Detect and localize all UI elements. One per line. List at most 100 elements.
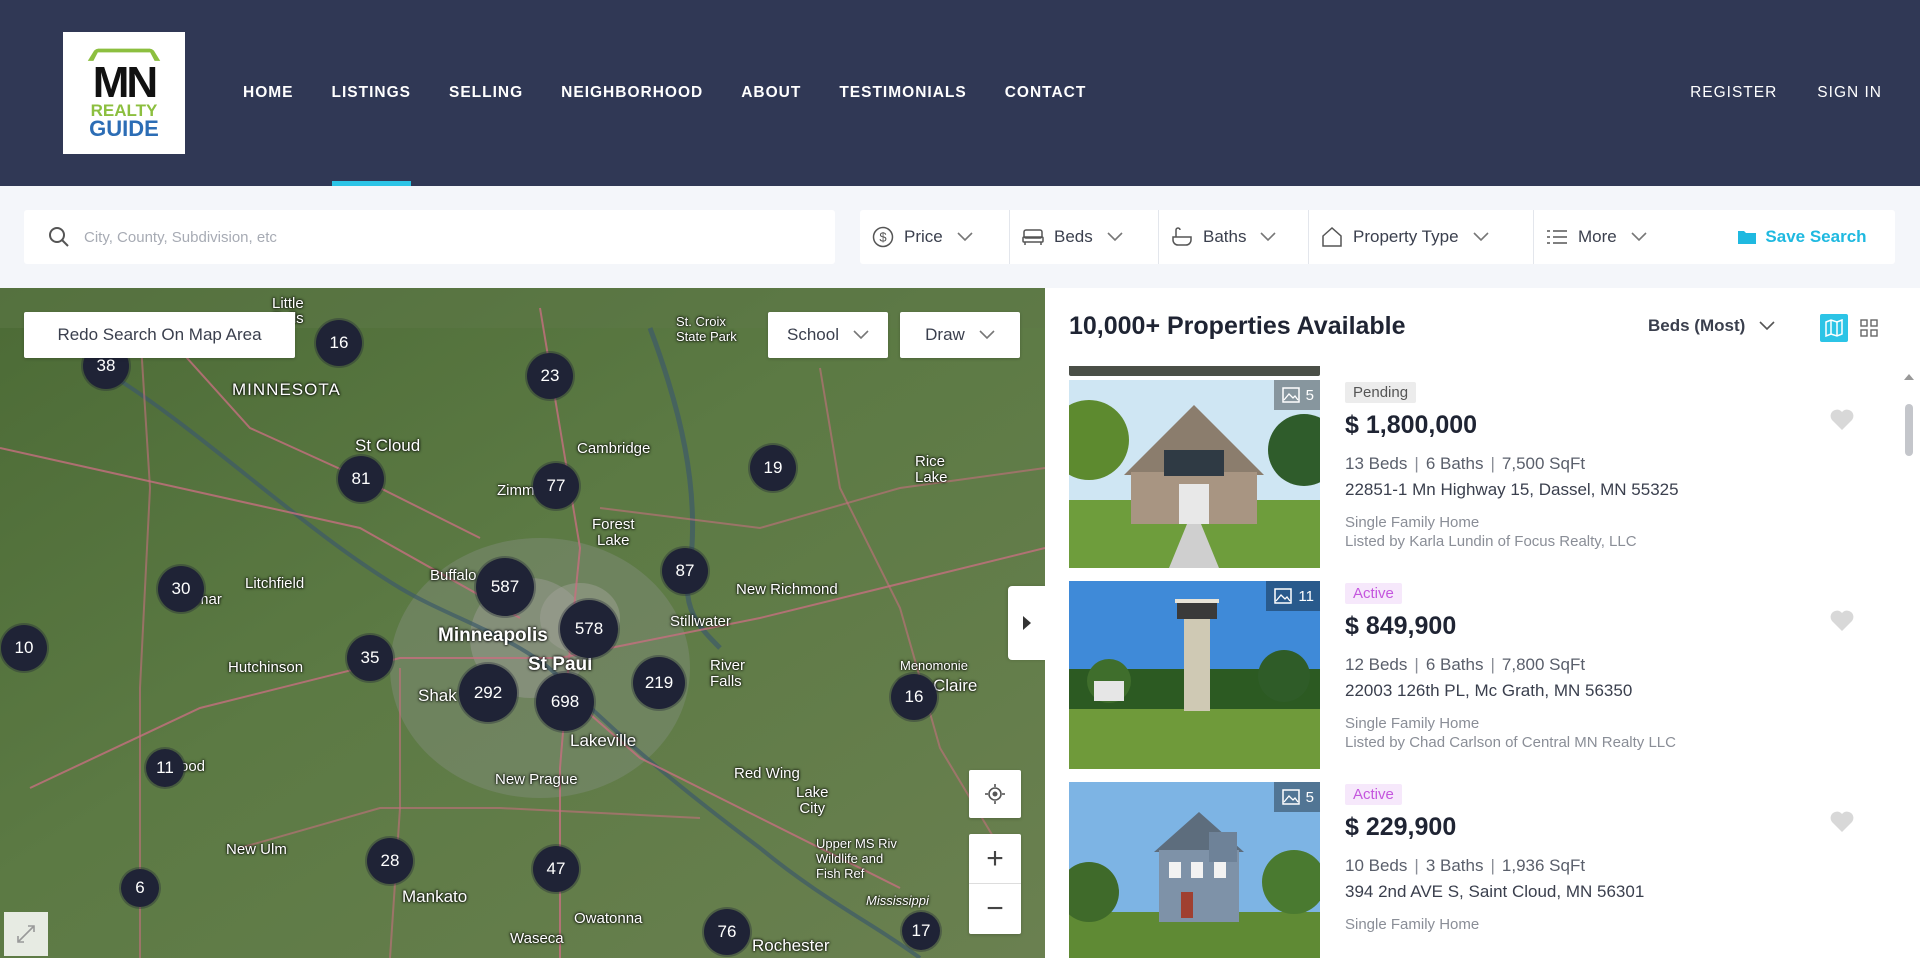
draw-dropdown[interactable]: Draw xyxy=(900,312,1020,358)
listing-agent: Listed by Karla Lundin of Focus Realty, … xyxy=(1345,533,1637,550)
map-cluster[interactable]: 28 xyxy=(367,838,413,884)
map-cluster[interactable]: 47 xyxy=(533,846,579,892)
spec-separator: | xyxy=(1414,856,1419,875)
results-title: 10,000+ Properties Available xyxy=(1069,312,1406,340)
auth-links: REGISTER SIGN IN xyxy=(1650,0,1882,186)
chevron-down-icon xyxy=(1472,232,1489,242)
map-label-red-wing: Red Wing xyxy=(734,765,800,782)
map-cluster[interactable]: 698 xyxy=(536,673,594,731)
zoom-out-button[interactable]: − xyxy=(969,884,1021,934)
map-cluster[interactable]: 16 xyxy=(316,320,362,366)
map-label-river-falls: River Falls xyxy=(710,657,746,690)
map-cluster[interactable]: 77 xyxy=(533,463,579,509)
collapse-map-button[interactable] xyxy=(1008,586,1045,660)
listing-specs: 10 Beds | 3 Baths | 1,936 SqFt xyxy=(1345,856,1865,876)
chevron-right-icon xyxy=(1023,616,1031,630)
listing-card[interactable]: 11 Active $ 849,900 12 Beds | 6 Baths | 7,80… xyxy=(1069,581,1889,769)
nav-testimonials[interactable]: TESTIMONIALS xyxy=(839,0,966,186)
map-label-forest-lake: Forest Lake xyxy=(592,516,635,549)
map-cluster[interactable]: 35 xyxy=(347,635,393,681)
map-cluster[interactable]: 30 xyxy=(158,566,204,612)
sign-in-link[interactable]: SIGN IN xyxy=(1817,84,1882,102)
baths-filter[interactable]: Baths xyxy=(1159,210,1309,264)
image-icon xyxy=(1281,387,1300,403)
map-cluster[interactable]: 81 xyxy=(338,456,384,502)
logo-guide: GUIDE xyxy=(89,116,159,141)
listing-baths: 3 Baths xyxy=(1425,856,1484,875)
map-cluster[interactable]: 219 xyxy=(633,657,685,709)
listing-card[interactable]: 5 Active $ 229,900 10 Beds | 3 Baths | 1,936… xyxy=(1069,782,1889,958)
favorite-heart-icon[interactable] xyxy=(1829,810,1855,839)
map-cluster[interactable]: 23 xyxy=(527,353,573,399)
locate-button[interactable] xyxy=(969,770,1021,818)
fullscreen-button[interactable] xyxy=(4,912,48,956)
map-cluster[interactable]: 292 xyxy=(459,664,517,722)
listing-card[interactable]: 5 Pending $ 1,800,000 13 Beds | 6 Baths | 7,… xyxy=(1069,380,1889,568)
nav-selling[interactable]: SELLING xyxy=(449,0,523,186)
map-label-zimmerman: Zimm xyxy=(497,482,535,499)
beds-filter[interactable]: Beds xyxy=(1010,210,1159,264)
more-filter[interactable]: More xyxy=(1534,210,1674,264)
map-cluster[interactable]: 17 xyxy=(902,912,940,950)
chevron-down-icon xyxy=(957,232,973,242)
price-filter[interactable]: $ Price xyxy=(860,210,1010,264)
map-cluster[interactable]: 10 xyxy=(1,625,47,671)
map-cluster[interactable]: 578 xyxy=(560,600,618,658)
results-scrollbar[interactable] xyxy=(1903,374,1914,958)
spec-separator: | xyxy=(1490,655,1495,674)
nav-home[interactable]: HOME xyxy=(243,0,294,186)
photo-count: 11 xyxy=(1266,581,1320,611)
nav-listings[interactable]: LISTINGS xyxy=(331,0,412,186)
map-cluster[interactable]: 76 xyxy=(704,909,750,955)
listing-photo[interactable]: 11 xyxy=(1069,581,1320,769)
listing-type: Single Family Home xyxy=(1345,514,1480,531)
map-cluster[interactable]: 11 xyxy=(146,749,184,787)
map-cluster[interactable]: 6 xyxy=(121,869,159,907)
listing-photo[interactable]: 5 xyxy=(1069,782,1320,958)
zoom-in-button[interactable]: + xyxy=(969,834,1021,884)
map-view[interactable]: Little Falls MINNESOTA St Cloud Zimm Cam… xyxy=(0,288,1045,958)
favorite-heart-icon[interactable] xyxy=(1829,609,1855,638)
site-logo[interactable]: MN REALTY GUIDE xyxy=(63,32,185,154)
chevron-down-icon xyxy=(1759,321,1775,331)
nav-neighborhood[interactable]: NEIGHBORHOOD xyxy=(561,0,703,186)
results-panel: 10,000+ Properties Available Beds (Most) xyxy=(1045,288,1920,958)
register-link[interactable]: REGISTER xyxy=(1690,84,1777,102)
search-input[interactable] xyxy=(84,228,784,246)
property-type-filter[interactable]: Property Type xyxy=(1309,210,1534,264)
grid-view-toggle[interactable] xyxy=(1855,314,1883,342)
save-search-button[interactable]: Save Search xyxy=(1709,210,1895,264)
redo-search-button[interactable]: Redo Search On Map Area xyxy=(24,312,295,358)
map-label-new-richmond: New Richmond xyxy=(736,581,838,598)
school-dropdown[interactable]: School xyxy=(768,312,888,358)
scroll-thumb[interactable] xyxy=(1905,404,1913,456)
map-label-rochester: Rochester xyxy=(752,936,830,955)
favorite-heart-icon[interactable] xyxy=(1829,408,1855,437)
map-label-st-croix: St. Croix State Park xyxy=(676,314,737,344)
nav-contact[interactable]: CONTACT xyxy=(1005,0,1087,186)
zoom-controls: + − xyxy=(969,834,1021,934)
map-label-upper-miss: Upper MS Riv Wildlife and Fish Ref xyxy=(816,836,897,881)
listing-info: Active $ 849,900 12 Beds | 6 Baths | 7,800 S… xyxy=(1345,581,1865,751)
listing-address[interactable]: 394 2nd AVE S, Saint Cloud, MN 56301 xyxy=(1345,882,1865,902)
map-cluster[interactable]: 16 xyxy=(891,674,937,720)
expand-icon xyxy=(17,925,35,943)
listing-info: Active $ 229,900 10 Beds | 3 Baths | 1,936 S… xyxy=(1345,782,1865,933)
image-icon xyxy=(1281,789,1300,805)
scroll-up-icon[interactable] xyxy=(1904,374,1914,380)
chevron-down-icon xyxy=(979,330,995,340)
previous-listing-photo xyxy=(1069,366,1320,376)
listing-address[interactable]: 22003 126th PL, Mc Grath, MN 56350 xyxy=(1345,681,1865,701)
nav-about[interactable]: ABOUT xyxy=(741,0,801,186)
map-view-toggle[interactable] xyxy=(1820,314,1848,342)
site-header: MN REALTY GUIDE HOME LISTINGS SELLING NE… xyxy=(0,0,1920,186)
listing-address[interactable]: 22851-1 Mn Highway 15, Dassel, MN 55325 xyxy=(1345,480,1865,500)
logo-mn: MN xyxy=(92,58,158,107)
map-cluster[interactable]: 19 xyxy=(750,445,796,491)
sort-dropdown[interactable]: Beds (Most) xyxy=(1648,316,1775,336)
map-cluster[interactable]: 587 xyxy=(476,558,534,616)
map-cluster[interactable]: 87 xyxy=(662,548,708,594)
listing-photo[interactable]: 5 xyxy=(1069,380,1320,568)
listing-price: $ 229,900 xyxy=(1345,813,1457,841)
locate-icon xyxy=(985,784,1005,804)
